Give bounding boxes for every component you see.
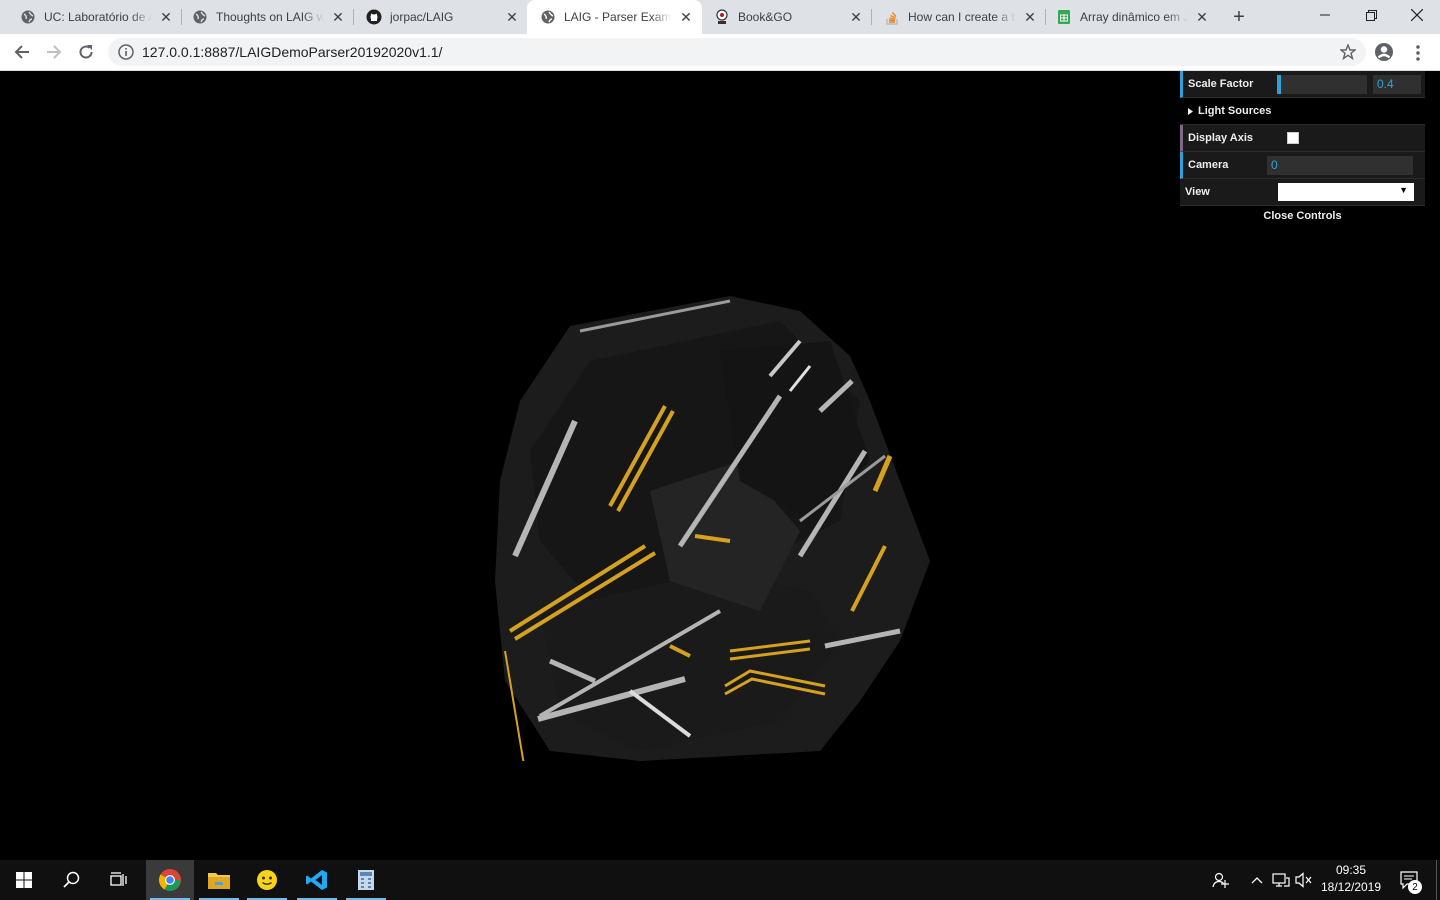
camera-control: Camera 0 (1180, 152, 1425, 179)
globe-icon (192, 9, 208, 25)
search-icon[interactable] (48, 860, 96, 900)
tab-title: How can I create a two (908, 10, 1016, 24)
scale-factor-slider[interactable] (1277, 74, 1367, 94)
network-icon[interactable] (1270, 860, 1292, 900)
view-control: View ▼ (1180, 179, 1425, 206)
reload-icon[interactable] (72, 38, 100, 66)
chevron-up-icon[interactable] (1246, 860, 1268, 900)
notifications-icon[interactable]: 2 (1394, 860, 1424, 900)
scale-factor-input[interactable]: 0.4 (1373, 74, 1421, 94)
close-icon[interactable]: ✕ (848, 9, 864, 25)
triangle-right-icon (1188, 107, 1193, 115)
people-icon[interactable] (1208, 860, 1234, 900)
browser-toolbar: 127.0.0.1:8887/LAIGDemoParser20192020v1.… (0, 34, 1440, 71)
url-text[interactable]: 127.0.0.1:8887/LAIGDemoParser20192020v1.… (142, 44, 1338, 60)
close-controls-button[interactable]: Close Controls (1180, 206, 1425, 226)
vscode-icon[interactable] (293, 860, 341, 900)
show-desktop-button[interactable] (1436, 860, 1440, 900)
tab-title: Array dinâmico em Java (1080, 10, 1188, 24)
view-select[interactable]: ▼ (1278, 183, 1414, 201)
scale-factor-control: Scale Factor 0.4 (1180, 71, 1425, 98)
tab-stackoverflow[interactable]: How can I create a two ✕ (864, 0, 1046, 34)
calculator-icon[interactable] (342, 860, 390, 900)
tab-uc-laboratorio[interactable]: UC: Laboratório de Aplicações ✕ (0, 0, 182, 34)
scale-factor-label: Scale Factor (1188, 78, 1254, 90)
chrome-taskbar-icon[interactable] (146, 860, 194, 900)
clock-time: 09:35 (1335, 863, 1367, 877)
tab-title: Book&GO (738, 10, 793, 24)
display-axis-control: Display Axis (1180, 125, 1425, 152)
github-icon (366, 9, 382, 25)
view-label: View (1185, 186, 1210, 198)
restore-icon[interactable] (1348, 0, 1394, 30)
camera-input[interactable]: 0 (1267, 155, 1413, 175)
windows-taskbar: 09:35 18/12/2019 2 (0, 860, 1440, 900)
sticky-app-icon[interactable] (243, 860, 291, 900)
file-explorer-icon[interactable] (195, 860, 243, 900)
webgl-canvas[interactable]: Scale Factor 0.4 Light Sources Display A… (0, 71, 1440, 860)
stackoverflow-icon (884, 9, 900, 25)
globe-icon (540, 9, 556, 25)
bookmark-star-icon[interactable] (1338, 42, 1358, 62)
tab-title: Thoughts on LAIG work (216, 10, 324, 24)
globe-icon (20, 9, 36, 25)
minimize-icon[interactable] (1302, 0, 1348, 30)
close-window-icon[interactable] (1394, 0, 1440, 30)
tab-title: jorpac/LAIG (390, 10, 454, 24)
tab-array-dinamico[interactable]: Array dinâmico em Java ✕ (1036, 0, 1218, 34)
scene-3d-object (495, 296, 930, 761)
light-sources-label: Light Sources (1198, 105, 1272, 117)
forward-arrow-icon[interactable] (40, 38, 68, 66)
display-axis-checkbox[interactable] (1287, 132, 1299, 144)
info-icon[interactable] (118, 44, 134, 60)
sheets-icon (1056, 9, 1072, 25)
light-sources-folder[interactable]: Light Sources (1180, 98, 1425, 125)
new-tab-button[interactable]: + (1226, 5, 1252, 29)
tab-title: UC: Laboratório de Aplicações (44, 10, 152, 24)
tab-thoughts-on-laig[interactable]: Thoughts on LAIG work ✕ (172, 0, 354, 34)
windows-start-icon[interactable] (0, 860, 48, 900)
gui-controls-panel: Scale Factor 0.4 Light Sources Display A… (1180, 71, 1425, 226)
address-bar[interactable]: 127.0.0.1:8887/LAIGDemoParser20192020v1.… (108, 38, 1366, 66)
bookgo-icon (714, 9, 730, 25)
close-icon[interactable]: ✕ (678, 9, 694, 25)
system-clock[interactable]: 09:35 18/12/2019 (1316, 862, 1386, 898)
close-icon[interactable]: ✕ (1194, 9, 1210, 25)
back-arrow-icon[interactable] (8, 38, 36, 66)
close-icon[interactable]: ✕ (504, 9, 520, 25)
tab-laig-parser-example[interactable]: LAIG - Parser Example ✕ (527, 0, 702, 34)
light-sources-folder-title: Light Sources (1180, 105, 1271, 117)
tab-strip: UC: Laboratório de Aplicações ✕ Thoughts… (0, 0, 1440, 34)
clock-date: 18/12/2019 (1320, 880, 1382, 894)
tab-book-and-go[interactable]: Book&GO ✕ (694, 0, 872, 34)
close-icon[interactable]: ✕ (330, 9, 346, 25)
profile-avatar-icon[interactable] (1374, 42, 1396, 64)
tab-title: LAIG - Parser Example (564, 10, 672, 24)
scale-factor-slider-fill (1277, 74, 1281, 94)
menu-kebab-icon[interactable] (1410, 42, 1426, 64)
camera-label: Camera (1188, 159, 1229, 171)
notification-count-badge: 2 (1408, 880, 1422, 894)
task-view-icon[interactable] (96, 860, 144, 900)
display-axis-label: Display Axis (1188, 132, 1254, 144)
tab-jorpac-laig[interactable]: jorpac/LAIG ✕ (346, 0, 528, 34)
dropdown-arrow-icon: ▼ (1399, 185, 1408, 195)
volume-muted-icon[interactable] (1293, 860, 1315, 900)
